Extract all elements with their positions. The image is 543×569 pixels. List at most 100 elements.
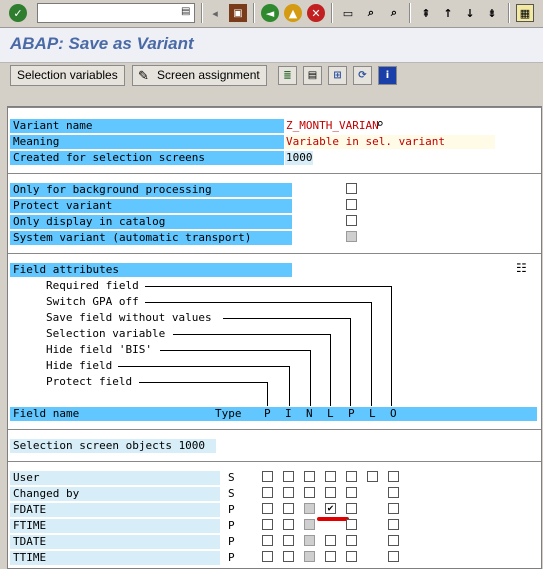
row-checkbox[interactable]: [346, 487, 357, 498]
row-type-ftime: P: [228, 519, 235, 532]
background-processing-label: Only for background processing: [10, 183, 292, 197]
row-checkbox[interactable]: [388, 503, 399, 514]
create-session-icon[interactable]: ▦: [516, 4, 534, 22]
protect-variant-checkbox[interactable]: [346, 199, 357, 210]
exit-icon[interactable]: ▲: [284, 4, 302, 22]
meaning-label: Meaning: [10, 135, 284, 149]
row-checkbox[interactable]: [283, 471, 294, 482]
row-type-ttime: P: [228, 551, 235, 564]
row-type-changed-by: S: [228, 487, 235, 500]
row-checkbox[interactable]: [262, 551, 273, 562]
table-view-icon[interactable]: ⊞: [328, 66, 347, 85]
enter-icon[interactable]: ✓: [9, 4, 27, 22]
connector-line: [118, 366, 290, 367]
row-type-tdate: P: [228, 535, 235, 548]
variant-name-value: Z_MONTH_VARIAN: [286, 119, 379, 132]
row-checkbox[interactable]: [283, 503, 294, 514]
attr-selection-variable: Selection variable: [46, 327, 166, 340]
attr-hide-field-bis: Hide field 'BIS': [46, 343, 152, 356]
row-checkbox[interactable]: [388, 519, 399, 530]
selection-variables-button[interactable]: Selection variables: [10, 65, 125, 86]
next-page-icon[interactable]: ↓: [461, 4, 479, 22]
toolbar-separator: [331, 3, 333, 23]
screen-assignment-button[interactable]: ✎ Screen assignment: [132, 65, 267, 86]
connector-line: [371, 302, 372, 406]
meaning-field[interactable]: Variable in sel. variant: [285, 135, 495, 149]
magnifier-icon[interactable]: ⌕: [376, 117, 384, 132]
row-checkbox[interactable]: [262, 487, 273, 498]
variant-name-field[interactable]: Z_MONTH_VARIAN: [285, 119, 379, 133]
row-checkbox[interactable]: [262, 535, 273, 546]
back-icon[interactable]: ◄: [261, 4, 279, 22]
col-p: P: [264, 407, 271, 420]
attr-hide-field: Hide field: [46, 359, 113, 372]
row-checkbox[interactable]: [283, 487, 294, 498]
cancel-icon[interactable]: ✕: [307, 4, 325, 22]
row-checkbox[interactable]: [346, 503, 357, 514]
info-icon[interactable]: i: [378, 66, 397, 85]
row-checkbox[interactable]: [388, 535, 399, 546]
save-icon[interactable]: ▣: [229, 4, 247, 22]
row-checkbox[interactable]: [283, 535, 294, 546]
application-toolbar: Selection variables ✎ Screen assignment …: [0, 63, 543, 89]
command-field[interactable]: ▤: [37, 3, 195, 23]
column-header-row: [10, 407, 537, 421]
row-checkbox[interactable]: [304, 471, 315, 482]
pencil-icon: ✎: [138, 68, 149, 83]
refresh-icon[interactable]: ⟳: [353, 66, 372, 85]
divider: [8, 461, 541, 462]
row-checkbox[interactable]: [262, 503, 273, 514]
row-checkbox[interactable]: [388, 471, 399, 482]
configure-layout-icon[interactable]: ☷: [516, 261, 527, 275]
row-checkbox[interactable]: [283, 519, 294, 530]
previous-page-icon[interactable]: ↑: [439, 4, 457, 22]
attr-switch-gpa-off: Switch GPA off: [46, 295, 139, 308]
row-name-ttime: TTIME: [10, 551, 220, 565]
toolbar-separator: [508, 3, 510, 23]
toolbar-separator: [253, 3, 255, 23]
col-o: O: [390, 407, 397, 420]
row-checkbox[interactable]: [325, 487, 336, 498]
row-checkbox: [304, 519, 315, 530]
background-processing-checkbox[interactable]: [346, 183, 357, 194]
connector-line: [160, 350, 311, 351]
print-icon[interactable]: ▭: [339, 4, 357, 22]
first-page-icon[interactable]: ⇞: [417, 4, 435, 22]
connector-line: [310, 350, 311, 406]
row-checkbox[interactable]: [283, 551, 294, 562]
attr-save-without-values: Save field without values: [46, 311, 212, 324]
display-in-catalog-checkbox[interactable]: [346, 215, 357, 226]
last-page-icon[interactable]: ⇟: [483, 4, 501, 22]
variant-name-label: Variant name: [10, 119, 284, 133]
row-checkbox[interactable]: [367, 471, 378, 482]
variant-form: Variant name Z_MONTH_VARIAN ⌕ Meaning Va…: [7, 106, 542, 569]
protect-variant-label: Protect variant: [10, 199, 292, 213]
row-checkbox[interactable]: [388, 487, 399, 498]
row-checkbox[interactable]: [262, 471, 273, 482]
command-history-icon[interactable]: ▤: [181, 6, 191, 19]
row-checkbox[interactable]: [346, 535, 357, 546]
connector-line: [350, 318, 351, 406]
selection-variable-checkbox-fdate[interactable]: ✔: [325, 503, 336, 514]
row-checkbox[interactable]: [346, 551, 357, 562]
row-checkbox[interactable]: [262, 519, 273, 530]
find-next-icon[interactable]: ⌕: [385, 4, 403, 22]
col-l: L: [327, 407, 334, 420]
page-title: ABAP: Save as Variant: [10, 34, 194, 53]
collapse-icon[interactable]: ◂: [206, 4, 224, 22]
variant-values-icon[interactable]: ▤: [303, 66, 322, 85]
variant-attributes-icon[interactable]: ≣: [278, 66, 297, 85]
row-checkbox[interactable]: [346, 519, 357, 530]
row-checkbox[interactable]: [325, 551, 336, 562]
col-field-name: Field name: [13, 407, 80, 420]
connector-line: [139, 382, 268, 383]
row-checkbox[interactable]: [325, 471, 336, 482]
row-checkbox[interactable]: [346, 471, 357, 482]
row-name-fdate: FDATE: [10, 503, 220, 517]
row-checkbox[interactable]: [388, 551, 399, 562]
row-checkbox[interactable]: [325, 535, 336, 546]
created-for-label: Created for selection screens: [10, 151, 284, 165]
col-i: I: [285, 407, 292, 420]
row-checkbox[interactable]: [304, 487, 315, 498]
find-icon[interactable]: ⌕: [362, 4, 380, 22]
